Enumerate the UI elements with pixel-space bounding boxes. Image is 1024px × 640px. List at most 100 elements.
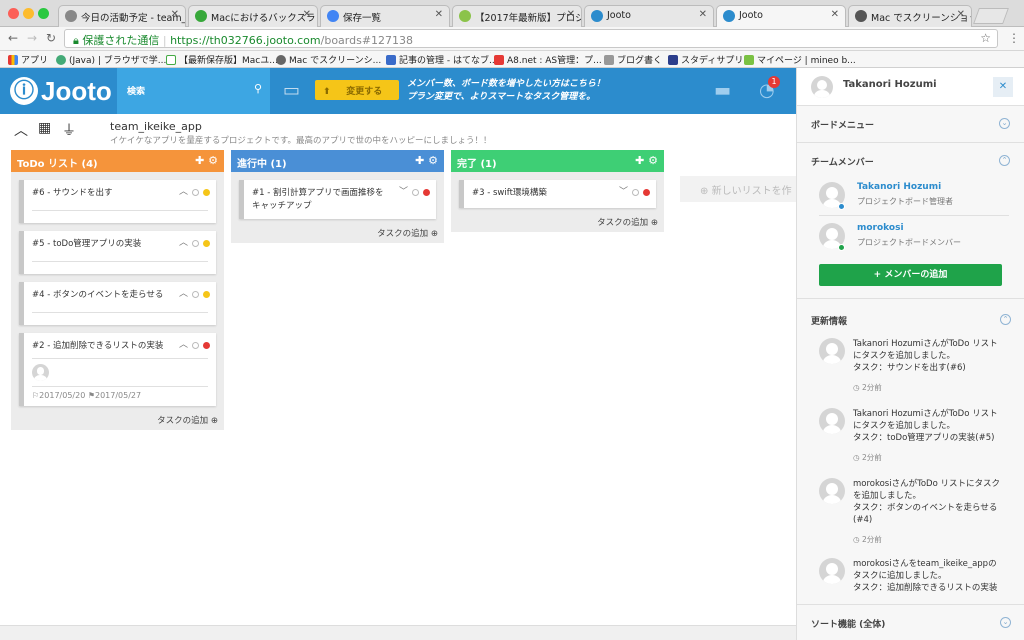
collapse-chevron-icon[interactable]: ︿	[14, 120, 28, 140]
tab-favicon-icon	[327, 10, 339, 22]
complete-toggle-icon[interactable]	[192, 342, 199, 349]
apple-icon	[276, 54, 286, 65]
reload-icon[interactable]: ↻	[46, 31, 56, 45]
settings-gear-icon[interactable]: ⚙	[208, 154, 218, 167]
bookmark-item[interactable]: (Java) | ブラウザで学...	[56, 53, 166, 66]
filter-icon[interactable]: ⏚	[62, 120, 76, 140]
sort-section[interactable]: ソート機能 (全体) ⌄	[797, 604, 1024, 640]
browser-tab-active[interactable]: Jooto ✕	[716, 5, 846, 28]
add-task-button[interactable]: タスクの追加 ⊕	[451, 208, 664, 232]
jooto-logo[interactable]: ⓘ Jooto	[10, 74, 112, 108]
browser-tab[interactable]: Macにおけるバックスラ ✕	[188, 5, 318, 27]
task-card[interactable]: #1 - 割引計算アプリで画面推移をキャッチアップ ﹀	[239, 180, 436, 219]
member-item[interactable]: Takanori Hozumi プロジェクトボード管理者	[819, 182, 1009, 222]
chat-icon[interactable]: ▬	[714, 80, 731, 101]
search-input[interactable]: 検索 ⚲	[117, 68, 270, 114]
bookmark-item[interactable]: ブログ書く	[604, 53, 662, 66]
promo-text[interactable]: メンバー数、ボード数を増やしたい方はこちら！ プラン変更で、よりスマートなタスク管…	[407, 78, 605, 104]
close-tab-icon[interactable]: ✕	[831, 9, 839, 20]
chevron-down-icon[interactable]: ⌄	[999, 118, 1010, 129]
close-tab-icon[interactable]: ✕	[957, 9, 965, 20]
close-sidebar-button[interactable]: ✕	[993, 77, 1013, 97]
add-task-icon[interactable]: ✚	[415, 154, 424, 167]
updates-section[interactable]: 更新情報 ⌃	[797, 302, 1024, 339]
browser-tab[interactable]: Jooto ✕	[584, 5, 714, 27]
browser-tab[interactable]: Mac でスクリーンショッ ✕	[848, 5, 972, 27]
chevron-up-icon[interactable]: ︿	[179, 339, 188, 352]
chevron-up-icon[interactable]: ︿	[179, 237, 188, 250]
browser-tab[interactable]: 今日の活動予定 - team_i ✕	[58, 5, 186, 27]
add-task-button[interactable]: タスクの追加 ⊕	[11, 406, 224, 430]
list-header[interactable]: ToDo リスト (4) ✚ ⚙	[11, 150, 224, 172]
browser-tab[interactable]: 保存一覧 ✕	[320, 5, 450, 27]
add-task-button[interactable]: タスクの追加 ⊕	[231, 219, 444, 243]
task-title: #5 - toDo管理アプリの実装	[32, 239, 142, 249]
forward-icon[interactable]: →	[27, 31, 37, 45]
settings-gear-icon[interactable]: ⚙	[648, 154, 658, 167]
assignee-avatar[interactable]	[32, 364, 49, 381]
status-dot[interactable]	[203, 189, 210, 196]
board-menu-section[interactable]: ボードメニュー ⌄	[797, 106, 1024, 143]
promo-line-1: メンバー数、ボード数を増やしたい方はこちら！	[407, 79, 606, 89]
close-tab-icon[interactable]: ✕	[303, 9, 311, 20]
close-window-button[interactable]	[8, 8, 19, 19]
back-icon[interactable]: ←	[8, 31, 18, 45]
settings-gear-icon[interactable]: ⚙	[428, 154, 438, 167]
chevron-up-icon[interactable]: ⌃	[1000, 314, 1011, 325]
task-card[interactable]: #4 - ボタンのイベントを走らせる ︿	[19, 282, 216, 325]
list-header[interactable]: 進行中 (1) ✚ ⚙	[231, 150, 444, 172]
add-task-icon[interactable]: ✚	[635, 154, 644, 167]
close-tab-icon[interactable]: ✕	[567, 9, 575, 20]
bookmark-item[interactable]: A8.net : AS管理：プ...	[494, 53, 602, 66]
menu-icon[interactable]: ⋮	[1008, 31, 1020, 45]
close-tab-icon[interactable]: ✕	[699, 9, 707, 20]
close-tab-icon[interactable]: ✕	[435, 9, 443, 20]
add-member-button[interactable]: + メンバーの追加	[819, 264, 1002, 286]
calendar-icon[interactable]: ▦	[38, 120, 51, 136]
user-avatar[interactable]	[811, 76, 833, 98]
bookmark-star-icon[interactable]: ☆	[980, 31, 991, 45]
task-title: #6 - サウンドを出す	[32, 188, 113, 198]
bookmark-item[interactable]: アプリ	[8, 53, 48, 66]
complete-toggle-icon[interactable]	[632, 189, 639, 196]
complete-toggle-icon[interactable]	[412, 189, 419, 196]
minimize-window-button[interactable]	[23, 8, 34, 19]
complete-toggle-icon[interactable]	[192, 189, 199, 196]
chevron-down-icon[interactable]: ⌄	[1000, 617, 1011, 628]
browser-tab[interactable]: 【2017年最新版】プロジ ✕	[452, 5, 582, 27]
chevron-down-icon[interactable]: ﹀	[619, 186, 628, 199]
close-tab-icon[interactable]: ✕	[171, 9, 179, 20]
bookmark-item[interactable]: マイページ | mineo b...	[744, 53, 856, 66]
bookmark-item[interactable]: 【最新保存版】Macユ...	[166, 53, 278, 66]
task-card[interactable]: #2 - 追加削除できるリストの実装 ︿ ⚐2017/05/20 ⚑2017/0…	[19, 333, 216, 406]
bookmark-item[interactable]: 記事の管理 - はてなブ...	[386, 53, 498, 66]
bookmark-label: A8.net : AS管理：プ...	[507, 56, 602, 66]
add-task-icon[interactable]: ✚	[195, 154, 204, 167]
status-dot[interactable]	[203, 291, 210, 298]
task-card[interactable]: #3 - swift環境構築 ﹀	[459, 180, 656, 208]
bookmark-item[interactable]: Mac でスクリーンシ...	[276, 53, 381, 66]
team-members-section[interactable]: チームメンバー ⌃	[797, 143, 1024, 180]
url-input[interactable]: 🔒︎ 保護された通信 | https://th032766.jooto.com/…	[64, 29, 998, 48]
chevron-up-icon[interactable]: ⌃	[999, 155, 1010, 166]
status-dot[interactable]	[643, 189, 650, 196]
task-card[interactable]: #5 - toDo管理アプリの実装 ︿	[19, 231, 216, 274]
complete-toggle-icon[interactable]	[192, 240, 199, 247]
status-dot[interactable]	[203, 342, 210, 349]
status-dot[interactable]	[423, 189, 430, 196]
new-list-button[interactable]: ⊕ 新しいリストを作	[680, 176, 796, 202]
bookmark-item[interactable]: スタディサプリ	[668, 53, 743, 66]
chevron-up-icon[interactable]: ︿	[179, 186, 188, 199]
task-card[interactable]: #6 - サウンドを出す ︿	[19, 180, 216, 223]
complete-toggle-icon[interactable]	[192, 291, 199, 298]
status-dot[interactable]	[203, 240, 210, 247]
change-plan-button[interactable]: ⬆ 変更する	[315, 80, 399, 100]
new-tab-button[interactable]	[973, 8, 1009, 24]
list-header[interactable]: 完了 (1) ✚ ⚙	[451, 150, 664, 172]
chevron-down-icon[interactable]: ﹀	[399, 186, 408, 199]
member-item[interactable]: morokosi プロジェクトボードメンバー	[819, 223, 1009, 263]
maximize-window-button[interactable]	[38, 8, 49, 19]
chevron-up-icon[interactable]: ︿	[179, 288, 188, 301]
horizontal-scrollbar[interactable]	[0, 625, 796, 640]
inbox-icon[interactable]: ▭	[283, 80, 305, 101]
